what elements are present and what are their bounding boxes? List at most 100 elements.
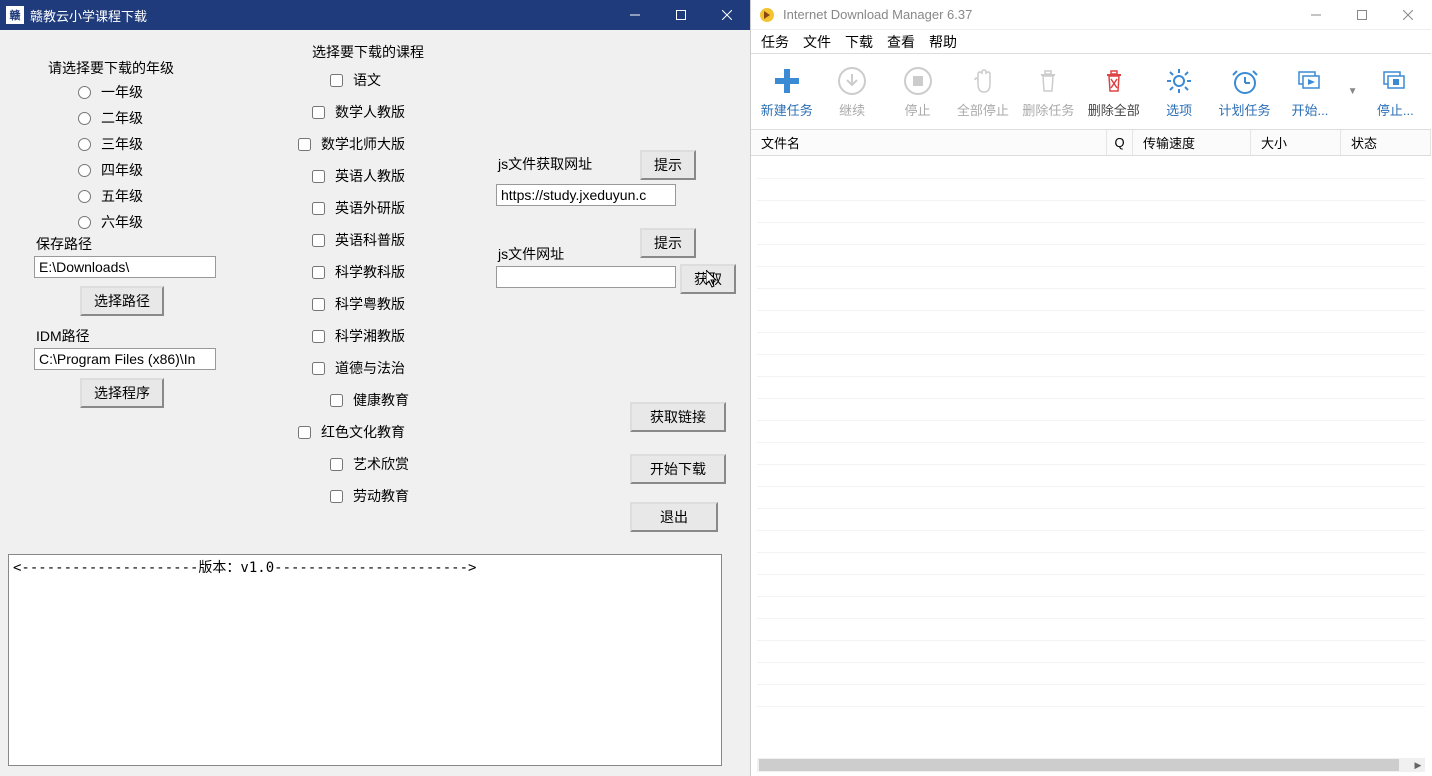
stop-icon	[902, 65, 934, 97]
choose-path-button[interactable]: 选择路径	[80, 286, 164, 316]
js-url-fetch-label: js文件获取网址	[498, 154, 592, 174]
list-row	[757, 487, 1425, 509]
course-chk-11[interactable]: 红色文化教育	[298, 422, 409, 442]
maximize-button[interactable]	[1339, 0, 1385, 30]
toolbar-resume[interactable]: 继续	[824, 60, 879, 124]
list-header: 文件名 Q 传输速度 大小 状态	[751, 130, 1431, 156]
queue-start-icon	[1294, 65, 1326, 97]
toolbar-options[interactable]: 选项	[1151, 60, 1206, 124]
dropdown-icon[interactable]: ▼	[1348, 86, 1358, 97]
grade-radio-5[interactable]: 五年级	[78, 186, 143, 206]
col-speed[interactable]: 传输速度	[1133, 130, 1251, 155]
toolbar-stop-all[interactable]: 全部停止	[955, 60, 1010, 124]
course-chk-10[interactable]: 健康教育	[330, 390, 409, 410]
list-row	[757, 509, 1425, 531]
col-filename[interactable]: 文件名	[751, 130, 1107, 155]
list-row	[757, 399, 1425, 421]
minimize-button[interactable]	[612, 0, 658, 30]
get-links-button[interactable]: 获取链接	[630, 402, 726, 432]
toolbar: 新建任务 继续 停止 全部停止 删除任务 删除全部	[751, 54, 1431, 130]
log-textarea[interactable]: <---------------------版本：v1.0-----------…	[8, 554, 722, 766]
toolbar-start-queue[interactable]: 开始...	[1282, 60, 1337, 124]
fetch-button[interactable]: 获取	[680, 264, 736, 294]
minimize-button[interactable]	[1293, 0, 1339, 30]
menu-file[interactable]: 文件	[803, 32, 831, 52]
app-ganjiaoyun: 赣 赣教云小学课程下载 请选择要下载的年级 一年级 二年级 三年级 四年级 五年…	[0, 0, 750, 776]
course-checkbox-group: 语文 数学人教版 数学北师大版 英语人教版 英语外研版 英语科普版 科学教科版 …	[312, 70, 409, 518]
menu-view[interactable]: 查看	[887, 32, 915, 52]
scrollbar-thumb[interactable]	[759, 759, 1399, 771]
course-chk-8[interactable]: 科学湘教版	[312, 326, 409, 346]
menubar: 任务 文件 下载 查看 帮助	[751, 30, 1431, 54]
toolbar-stop[interactable]: 停止	[890, 60, 945, 124]
grade-radio-6[interactable]: 六年级	[78, 212, 143, 232]
hand-icon	[967, 65, 999, 97]
menu-download[interactable]: 下载	[845, 32, 873, 52]
course-chk-7[interactable]: 科学粤教版	[312, 294, 409, 314]
window-controls	[612, 0, 750, 30]
course-chk-3[interactable]: 英语人教版	[312, 166, 409, 186]
choose-program-button[interactable]: 选择程序	[80, 378, 164, 408]
course-chk-5[interactable]: 英语科普版	[312, 230, 409, 250]
col-status[interactable]: 状态	[1341, 130, 1431, 155]
list-row	[757, 289, 1425, 311]
exit-button[interactable]: 退出	[630, 502, 718, 532]
clock-icon	[1229, 65, 1261, 97]
grade-radio-2[interactable]: 二年级	[78, 108, 143, 128]
col-size[interactable]: 大小	[1251, 130, 1341, 155]
start-download-button[interactable]: 开始下载	[630, 454, 726, 484]
toolbar-delete[interactable]: 删除任务	[1021, 60, 1076, 124]
menu-tasks[interactable]: 任务	[761, 32, 789, 52]
list-row	[757, 553, 1425, 575]
course-chk-4[interactable]: 英语外研版	[312, 198, 409, 218]
js-fetch-url-input[interactable]	[496, 184, 676, 206]
col-q[interactable]: Q	[1107, 130, 1133, 155]
course-chk-12[interactable]: 艺术欣赏	[330, 454, 409, 474]
toolbar-delete-all[interactable]: 删除全部	[1086, 60, 1141, 124]
trash-x-icon	[1098, 65, 1130, 97]
list-row	[757, 377, 1425, 399]
js-url-input[interactable]	[496, 266, 676, 288]
js-url-label: js文件网址	[498, 244, 564, 264]
grade-radio-3[interactable]: 三年级	[78, 134, 143, 154]
list-row	[757, 157, 1425, 179]
close-button[interactable]	[704, 0, 750, 30]
list-row	[757, 597, 1425, 619]
idm-path-label: IDM路径	[36, 326, 90, 346]
grade-radio-4[interactable]: 四年级	[78, 160, 143, 180]
save-path-input[interactable]	[34, 256, 216, 278]
trash-icon	[1032, 65, 1064, 97]
list-row	[757, 333, 1425, 355]
course-chk-1[interactable]: 数学人教版	[312, 102, 409, 122]
idm-path-input[interactable]	[34, 348, 216, 370]
grade-radio-1[interactable]: 一年级	[78, 82, 143, 102]
list-row	[757, 201, 1425, 223]
course-chk-9[interactable]: 道德与法治	[312, 358, 409, 378]
toolbar-scheduler[interactable]: 计划任务	[1217, 60, 1272, 124]
window-title: Internet Download Manager 6.37	[783, 7, 1293, 22]
download-list[interactable]	[757, 157, 1425, 756]
grade-label: 请选择要下载的年级	[48, 58, 174, 78]
course-chk-0[interactable]: 语文	[330, 70, 409, 90]
horizontal-scrollbar[interactable]: ▶	[757, 758, 1425, 772]
close-button[interactable]	[1385, 0, 1431, 30]
list-row	[757, 179, 1425, 201]
toolbar-new-task[interactable]: 新建任务	[759, 60, 814, 124]
window-title: 赣教云小学课程下载	[30, 6, 612, 25]
list-row	[757, 421, 1425, 443]
list-row	[757, 245, 1425, 267]
gear-icon	[1163, 65, 1195, 97]
course-chk-13[interactable]: 劳动教育	[330, 486, 409, 506]
menu-help[interactable]: 帮助	[929, 32, 957, 52]
titlebar: Internet Download Manager 6.37	[751, 0, 1431, 30]
course-chk-2[interactable]: 数学北师大版	[298, 134, 409, 154]
maximize-button[interactable]	[658, 0, 704, 30]
course-chk-6[interactable]: 科学教科版	[312, 262, 409, 282]
scroll-right-icon[interactable]: ▶	[1411, 758, 1425, 772]
list-row	[757, 663, 1425, 685]
tip-button-1[interactable]: 提示	[640, 150, 696, 180]
window-controls	[1293, 0, 1431, 30]
toolbar-stop-queue[interactable]: 停止...	[1368, 60, 1423, 124]
tip-button-2[interactable]: 提示	[640, 228, 696, 258]
grade-radio-group: 一年级 二年级 三年级 四年级 五年级 六年级	[78, 82, 143, 238]
